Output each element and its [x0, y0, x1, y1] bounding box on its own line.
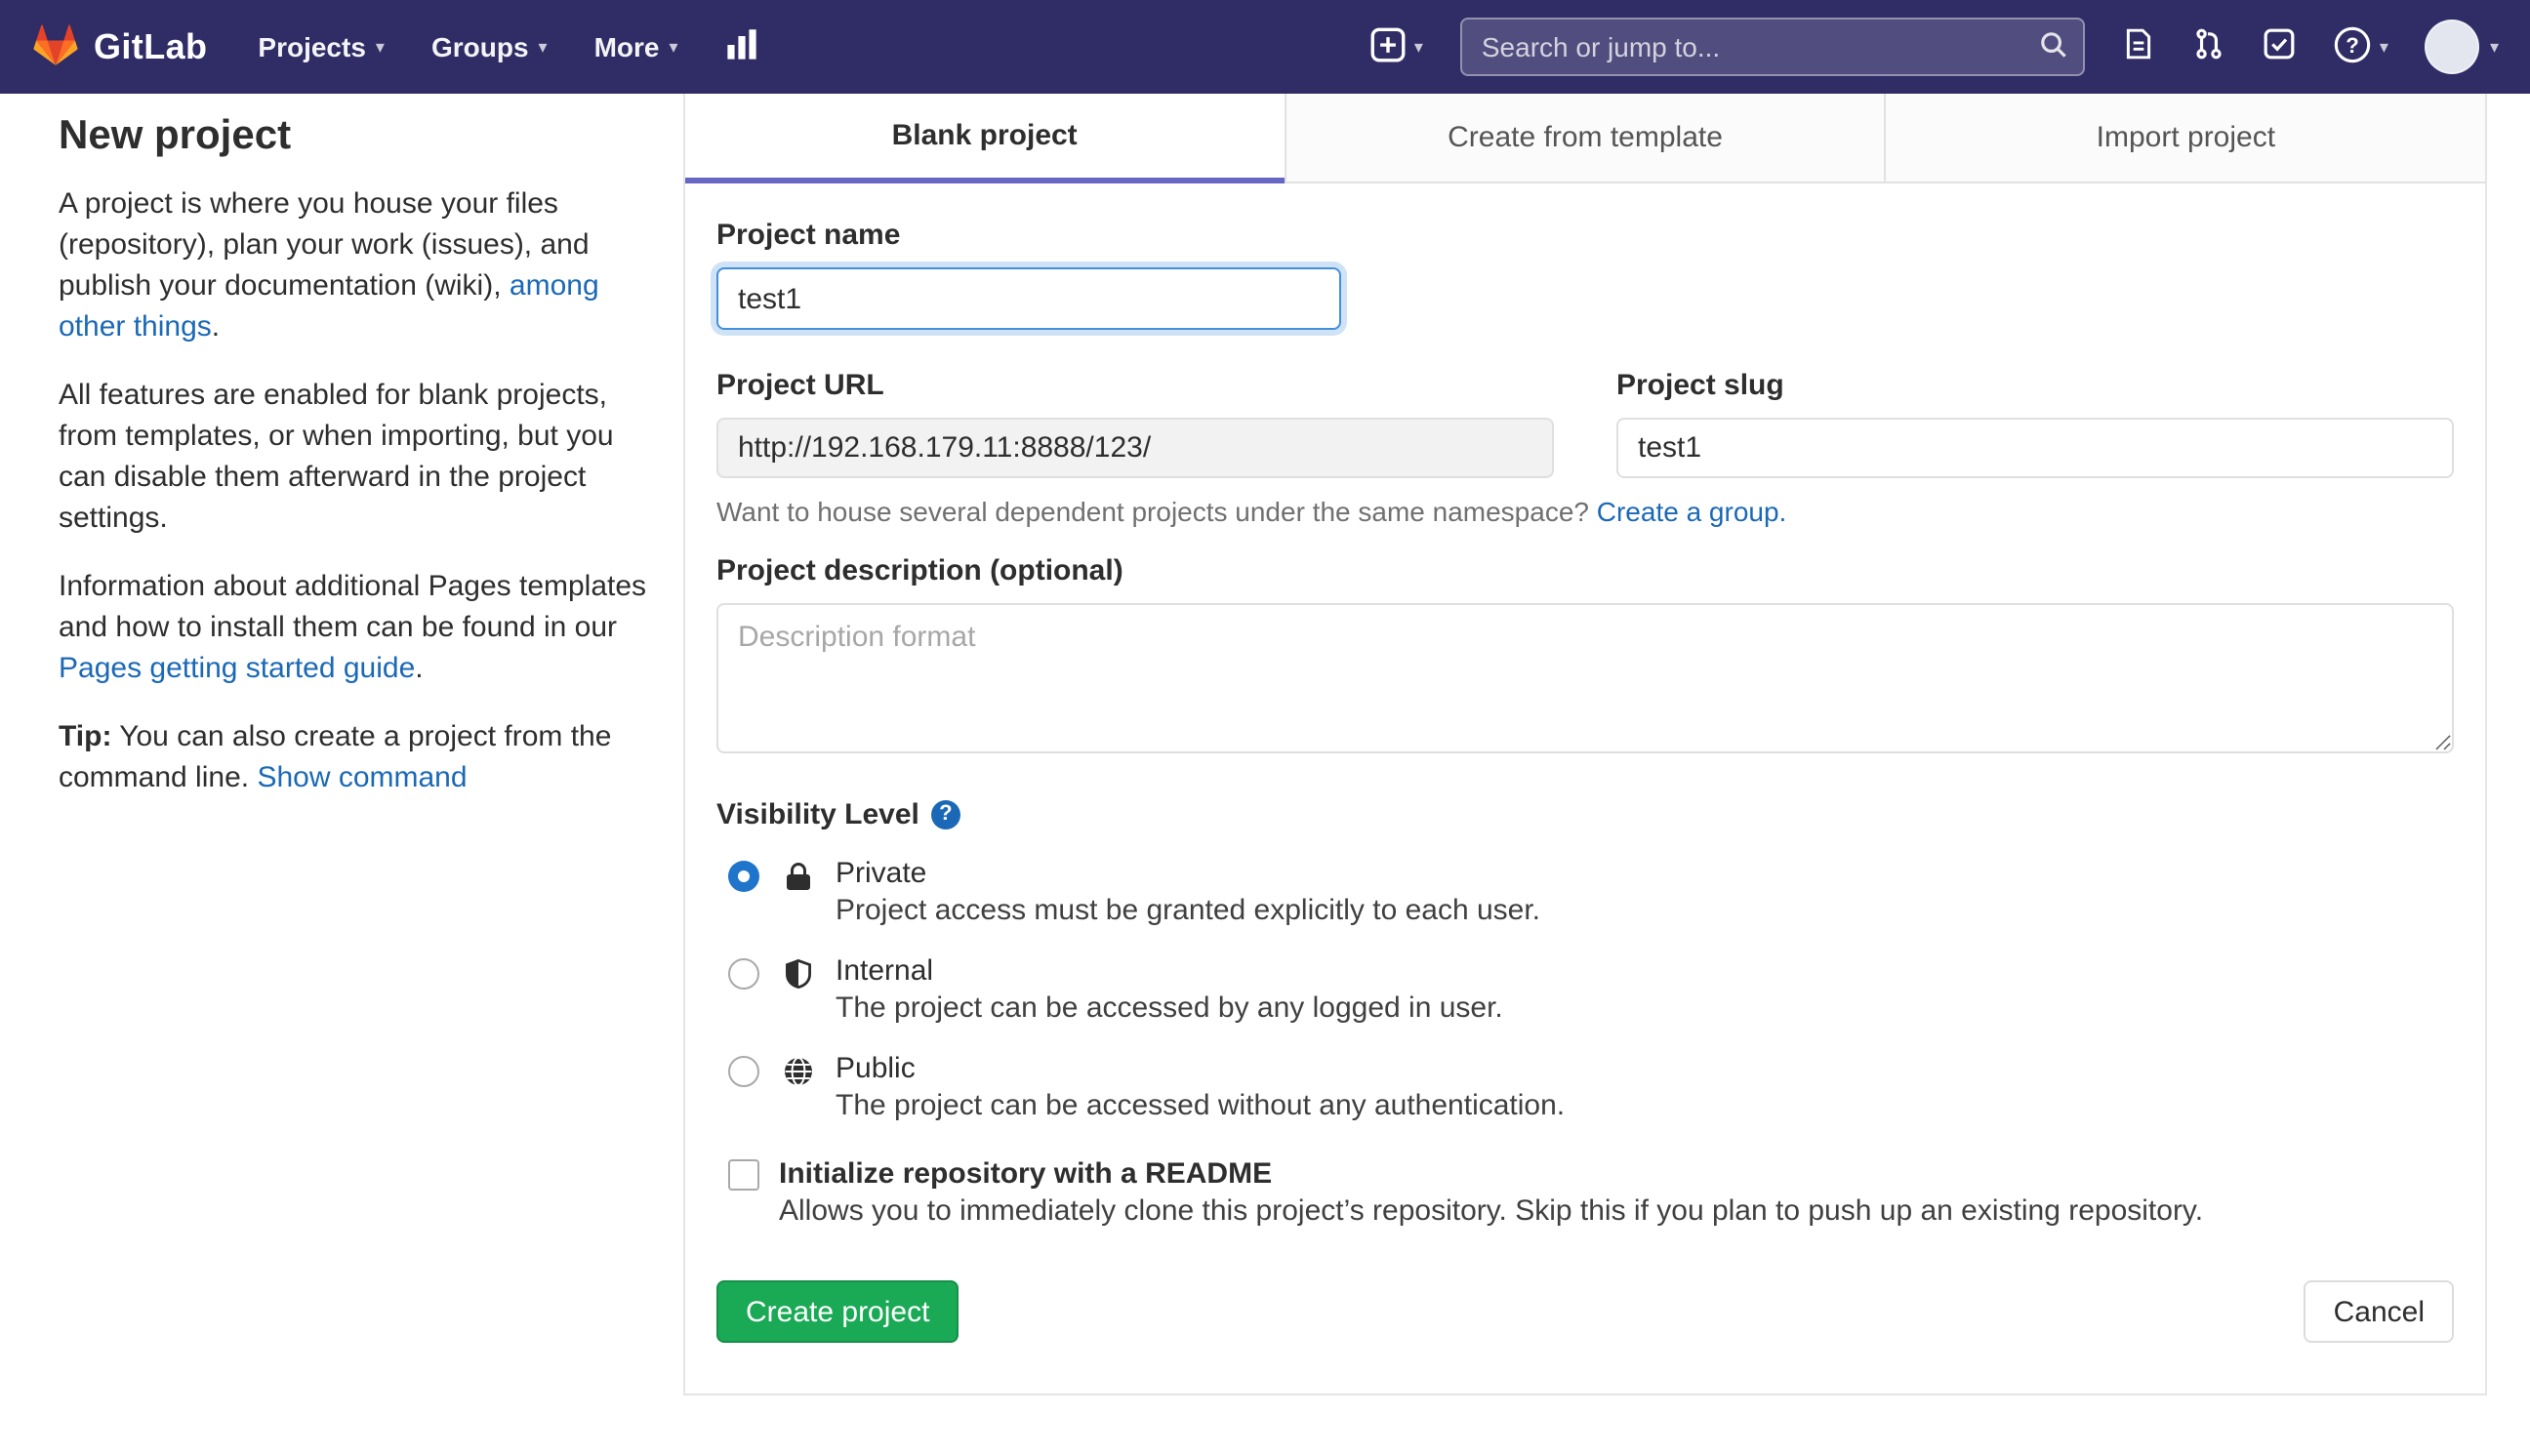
- visibility-option-texts: Internal The project can be accessed by …: [836, 952, 1503, 1027]
- project-name-label: Project name: [716, 219, 901, 252]
- merge-requests-button[interactable]: [2192, 27, 2225, 66]
- project-slug-label: Project slug: [1616, 369, 1784, 402]
- lock-icon: [783, 861, 818, 898]
- new-project-panel: Blank project Create from template Impor…: [683, 94, 2487, 1395]
- description-group: Project description (optional): [716, 554, 2454, 759]
- chevron-down-icon: ▾: [538, 36, 548, 56]
- readme-section: Initialize repository with a README Allo…: [716, 1155, 2454, 1230]
- form-actions: Create project Cancel: [716, 1280, 2454, 1343]
- chevron-down-icon: ▾: [2379, 36, 2388, 56]
- url-slug-row: Project URL Project slug: [716, 369, 2454, 478]
- user-menu-button[interactable]: ▾: [2425, 20, 2499, 74]
- private-radio[interactable]: [728, 861, 759, 892]
- tab-create-from-template[interactable]: Create from template: [1284, 94, 1885, 183]
- visibility-option-name: Internal: [836, 954, 934, 988]
- project-slug-input[interactable]: [1616, 418, 2454, 478]
- new-menu-button[interactable]: ▾: [1371, 26, 1423, 67]
- page-title: New project: [59, 113, 292, 158]
- merge-request-icon: [2192, 27, 2225, 66]
- chevron-down-icon: ▾: [2489, 36, 2499, 56]
- search-input[interactable]: [1459, 18, 2085, 76]
- issues-icon: [2122, 27, 2155, 66]
- project-description-label: Project description (optional): [716, 554, 1123, 587]
- hint-text: Want to house several dependent projects…: [716, 496, 1597, 527]
- new-project-sidebar: New project A project is where you house…: [59, 94, 648, 826]
- visibility-option-name: Private: [836, 857, 927, 890]
- create-group-link[interactable]: Create a group.: [1597, 496, 1787, 527]
- project-url-label: Project URL: [716, 369, 884, 402]
- bar-chart-icon: [725, 26, 760, 67]
- gitlab-logo-icon: [31, 20, 80, 73]
- tab-import-project[interactable]: Import project: [1884, 94, 2486, 183]
- sidebar-paragraph-2: All features are enabled for blank proje…: [59, 379, 614, 535]
- todos-button[interactable]: [2263, 27, 2296, 66]
- readme-texts: Initialize repository with a README Allo…: [779, 1155, 2203, 1230]
- show-command-link[interactable]: Show command: [257, 761, 467, 794]
- tip-label: Tip:: [59, 720, 112, 753]
- create-project-button[interactable]: Create project: [716, 1280, 959, 1343]
- analytics-button[interactable]: [725, 26, 760, 67]
- help-menu-button[interactable]: ? ▾: [2333, 24, 2388, 69]
- chevron-down-icon: ▾: [375, 36, 385, 56]
- visibility-option-texts: Public The project can be accessed witho…: [836, 1050, 1565, 1124]
- nav-more[interactable]: More ▾: [594, 31, 678, 62]
- navbar-search: [1459, 18, 2085, 76]
- readme-description: Allows you to immediately clone this pro…: [779, 1194, 2204, 1228]
- help-icon: ?: [2333, 24, 2372, 69]
- top-navbar: GitLab Projects ▾ Groups ▾ More ▾ ▾ Sear…: [0, 0, 2530, 94]
- public-radio[interactable]: [728, 1056, 759, 1087]
- avatar: [2425, 20, 2480, 74]
- nav-projects-label: Projects: [258, 31, 366, 62]
- chevron-down-icon: ▾: [1413, 36, 1423, 56]
- project-name-input[interactable]: [716, 267, 1341, 330]
- nav-groups[interactable]: Groups ▾: [431, 31, 548, 62]
- visibility-help-icon[interactable]: ?: [930, 800, 960, 829]
- paragraph-text: .: [211, 310, 221, 344]
- nav-more-label: More: [593, 31, 660, 62]
- gitlab-home-link[interactable]: GitLab: [31, 20, 207, 73]
- paragraph-text: .: [415, 652, 424, 685]
- globe-icon: [783, 1056, 818, 1093]
- visibility-level-label: Visibility Level: [716, 798, 919, 831]
- pages-guide-link[interactable]: Pages getting started guide: [59, 652, 415, 685]
- plus-square-icon: [1371, 26, 1407, 67]
- readme-label[interactable]: Initialize repository with a README: [779, 1155, 2203, 1193]
- visibility-option-internal[interactable]: Internal The project can be accessed by …: [716, 952, 2454, 1027]
- issues-button[interactable]: [2122, 27, 2155, 66]
- cancel-button[interactable]: Cancel: [2304, 1280, 2454, 1343]
- sidebar-paragraph-1: A project is where you house your files …: [59, 183, 648, 347]
- visibility-option-description: Project access must be granted explicitl…: [836, 894, 1541, 927]
- paragraph-text: Information about additional Pages templ…: [59, 570, 647, 644]
- nav-projects[interactable]: Projects ▾: [258, 31, 385, 62]
- tab-blank-project[interactable]: Blank project: [685, 94, 1285, 183]
- visibility-option-public[interactable]: Public The project can be accessed witho…: [716, 1050, 2454, 1124]
- sidebar-tip: Tip: You can also create a project from …: [59, 716, 648, 798]
- visibility-option-name: Public: [836, 1052, 916, 1085]
- visibility-options: Private Project access must be granted e…: [716, 855, 2454, 1124]
- visibility-option-private[interactable]: Private Project access must be granted e…: [716, 855, 2454, 929]
- brand-name: GitLab: [94, 26, 208, 65]
- todo-check-icon: [2263, 27, 2296, 66]
- project-url-field[interactable]: [716, 418, 1554, 478]
- readme-checkbox[interactable]: [728, 1159, 759, 1191]
- project-type-tabs: Blank project Create from template Impor…: [685, 94, 2486, 183]
- navbar-menus: Projects ▾ Groups ▾ More ▾: [258, 26, 759, 67]
- visibility-option-description: The project can be accessed by any logge…: [836, 991, 1503, 1025]
- blank-project-form: Project name Project URL Project slug Wa…: [685, 183, 2485, 1382]
- internal-radio[interactable]: [728, 958, 759, 990]
- namespace-hint: Want to house several dependent projects…: [716, 496, 2454, 527]
- chevron-down-icon: ▾: [669, 36, 678, 56]
- search-icon: [2038, 29, 2069, 66]
- navbar-right: ▾ Search or jump to... ? ▾ ▾: [1371, 18, 2499, 76]
- svg-text:?: ?: [2346, 32, 2359, 57]
- page: GitLab Projects ▾ Groups ▾ More ▾ ▾ Sear…: [0, 0, 2530, 1456]
- visibility-option-texts: Private Project access must be granted e…: [836, 855, 1540, 929]
- sidebar-paragraph-3: Information about additional Pages templ…: [59, 566, 648, 689]
- visibility-label-row: Visibility Level ?: [716, 798, 2454, 831]
- visibility-option-description: The project can be accessed without any …: [836, 1089, 1566, 1122]
- project-description-textarea[interactable]: [716, 603, 2454, 753]
- nav-groups-label: Groups: [430, 31, 529, 62]
- shield-icon: [783, 958, 818, 995]
